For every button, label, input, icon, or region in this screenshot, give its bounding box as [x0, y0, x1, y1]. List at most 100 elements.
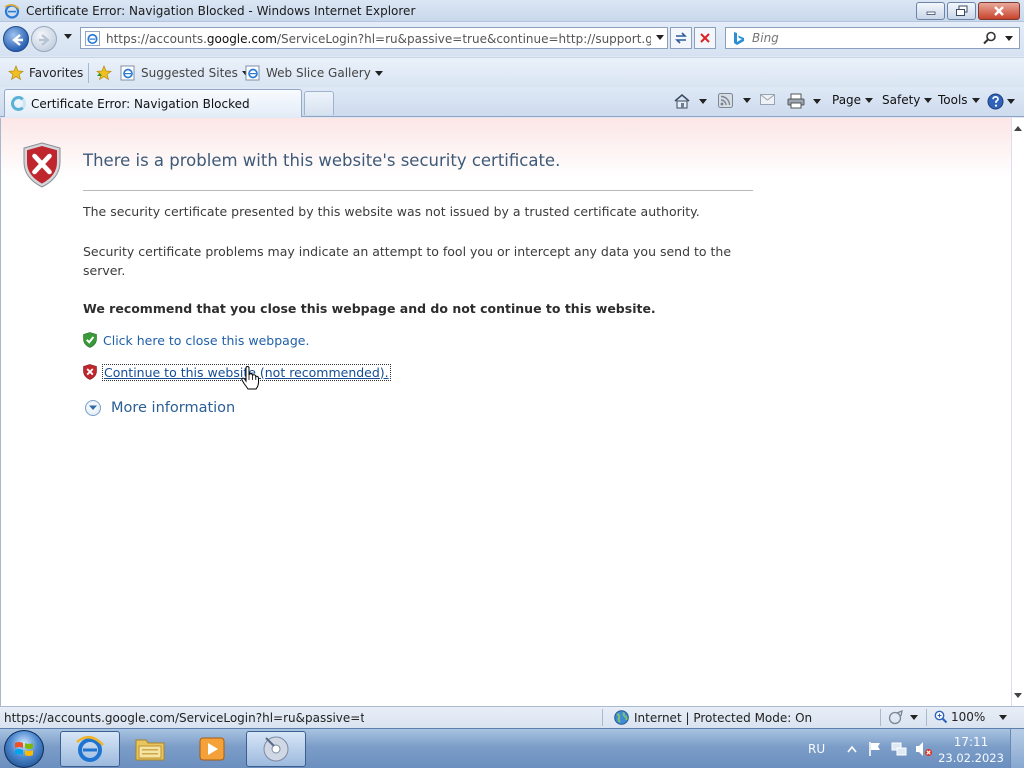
continue-to-website-link[interactable]: Continue to this website (not recommende…: [83, 363, 391, 381]
address-row: https://accounts.google.com/ServiceLogin…: [0, 22, 1024, 56]
vertical-scrollbar[interactable]: [1011, 118, 1024, 706]
favorites-label: Favorites: [29, 66, 84, 80]
search-options-dropdown[interactable]: [1005, 36, 1013, 41]
scroll-up-arrow-icon[interactable]: [1014, 126, 1022, 131]
media-player-icon: [199, 737, 225, 761]
stop-button[interactable]: [694, 27, 716, 49]
rss-feed-icon: [718, 93, 733, 108]
safety-menu[interactable]: Safety: [882, 93, 933, 107]
close-webpage-link[interactable]: Click here to close this webpage.: [83, 332, 309, 348]
taskbar-internet-explorer[interactable]: [60, 731, 120, 767]
taskbar-explorer[interactable]: [120, 731, 180, 767]
recent-pages-dropdown[interactable]: [64, 34, 72, 39]
search-box[interactable]: [725, 27, 1020, 49]
add-to-favorites-button[interactable]: [96, 65, 114, 81]
print-dropdown[interactable]: [813, 98, 821, 104]
page-title: There is a problem with this website's s…: [83, 151, 561, 170]
forward-button[interactable]: [31, 26, 57, 52]
page-ie-icon: [85, 31, 100, 46]
back-arrow-icon: [12, 34, 23, 46]
tools-menu[interactable]: Tools: [938, 93, 980, 107]
hand-cursor-icon: [241, 366, 259, 390]
close-window-button[interactable]: [978, 2, 1020, 20]
protected-mode-indicator[interactable]: [888, 710, 918, 725]
taskbar-media-center[interactable]: [246, 731, 306, 767]
favorites-button[interactable]: Favorites: [8, 65, 83, 81]
web-slice-gallery-dropdown[interactable]: [374, 70, 383, 76]
feeds-dropdown[interactable]: [743, 98, 751, 103]
window-title: Certificate Error: Navigation Blocked - …: [26, 4, 416, 18]
bing-icon: [734, 32, 744, 45]
ie-logo-icon: [76, 736, 104, 762]
print-button[interactable]: [787, 93, 821, 109]
red-shield-x-icon: [83, 364, 97, 380]
search-input[interactable]: [752, 30, 982, 46]
zone-label: Internet | Protected Mode: On: [634, 710, 813, 725]
restore-icon: [955, 5, 967, 16]
web-slice-gallery-label: Web Slice Gallery: [266, 66, 371, 80]
tab-row: Certificate Error: Navigation Blocked Pa…: [0, 87, 1024, 117]
search-icon[interactable]: [983, 31, 997, 45]
windows-logo-icon: [15, 742, 33, 756]
tools-menu-label: Tools: [938, 93, 968, 107]
green-shield-check-icon: [83, 332, 97, 348]
show-desktop-button[interactable]: [1010, 729, 1024, 768]
home-dropdown[interactable]: [699, 98, 707, 104]
tab-certificate-error[interactable]: Certificate Error: Navigation Blocked: [4, 89, 302, 117]
scroll-down-arrow-icon[interactable]: [1014, 693, 1022, 698]
home-button[interactable]: [673, 93, 707, 109]
language-indicator[interactable]: RU: [808, 742, 825, 756]
favorites-separator: [88, 63, 89, 83]
help-icon: [987, 93, 1004, 110]
status-bar: https://accounts.google.com/ServiceLogin…: [0, 706, 1024, 728]
status-separator: [926, 709, 927, 726]
refresh-button[interactable]: [670, 27, 692, 49]
volume-muted-icon[interactable]: [915, 741, 933, 757]
page-menu[interactable]: Page: [832, 93, 874, 107]
refresh-icon: [675, 32, 687, 44]
help-button[interactable]: [987, 93, 1015, 110]
add-favorites-star-icon: [96, 65, 112, 81]
suggested-sites-label: Suggested Sites: [141, 66, 238, 80]
security-warning-text: Security certificate problems may indica…: [83, 244, 732, 278]
forward-arrow-icon: [39, 34, 50, 46]
page-menu-dropdown: [865, 97, 874, 103]
show-hidden-icons-icon[interactable]: [847, 745, 857, 753]
stop-icon: [700, 33, 710, 43]
back-button[interactable]: [3, 26, 29, 52]
suggested-sites-link[interactable]: Suggested Sites: [120, 65, 250, 81]
taskbar-media-player[interactable]: [182, 731, 242, 767]
feeds-button[interactable]: [718, 93, 751, 108]
ie-page-icon: [120, 65, 135, 81]
network-icon[interactable]: [891, 741, 907, 757]
more-information-toggle[interactable]: More information: [85, 400, 235, 416]
address-dropdown[interactable]: [656, 35, 664, 40]
status-url: https://accounts.google.com/ServiceLogin…: [4, 711, 364, 725]
close-webpage-label[interactable]: Click here to close this webpage.: [103, 333, 309, 348]
action-center-flag-icon[interactable]: [867, 741, 883, 757]
zoom-control[interactable]: 100%: [934, 710, 1008, 724]
more-information-label[interactable]: More information: [111, 400, 235, 416]
restore-button[interactable]: [947, 2, 976, 20]
star-icon: [8, 65, 24, 81]
protected-mode-dropdown[interactable]: [910, 715, 918, 720]
address-bar[interactable]: https://accounts.google.com/ServiceLogin…: [80, 27, 668, 49]
security-zone[interactable]: Internet | Protected Mode: On: [614, 710, 812, 725]
certificate-explanation: The security certificate presented by th…: [83, 204, 700, 219]
clock[interactable]: 17:11 23.02.2023: [936, 734, 1006, 766]
help-dropdown[interactable]: [1007, 99, 1015, 104]
zoom-dropdown[interactable]: [999, 714, 1008, 720]
tab-label: Certificate Error: Navigation Blocked: [31, 97, 250, 111]
web-slice-gallery-link[interactable]: Web Slice Gallery: [245, 65, 383, 81]
system-tray: RU: [808, 729, 933, 768]
safety-menu-dropdown: [924, 97, 933, 103]
start-button[interactable]: [4, 730, 44, 768]
minimize-icon: [926, 11, 935, 15]
new-tab-button[interactable]: [304, 91, 334, 115]
read-mail-button[interactable]: [760, 93, 776, 106]
ie-page-icon: [245, 65, 260, 81]
zoom-magnifier-icon: [934, 710, 948, 724]
minimize-button[interactable]: [916, 2, 945, 20]
expand-chevron-icon: [85, 400, 101, 416]
globe-icon: [614, 710, 629, 725]
